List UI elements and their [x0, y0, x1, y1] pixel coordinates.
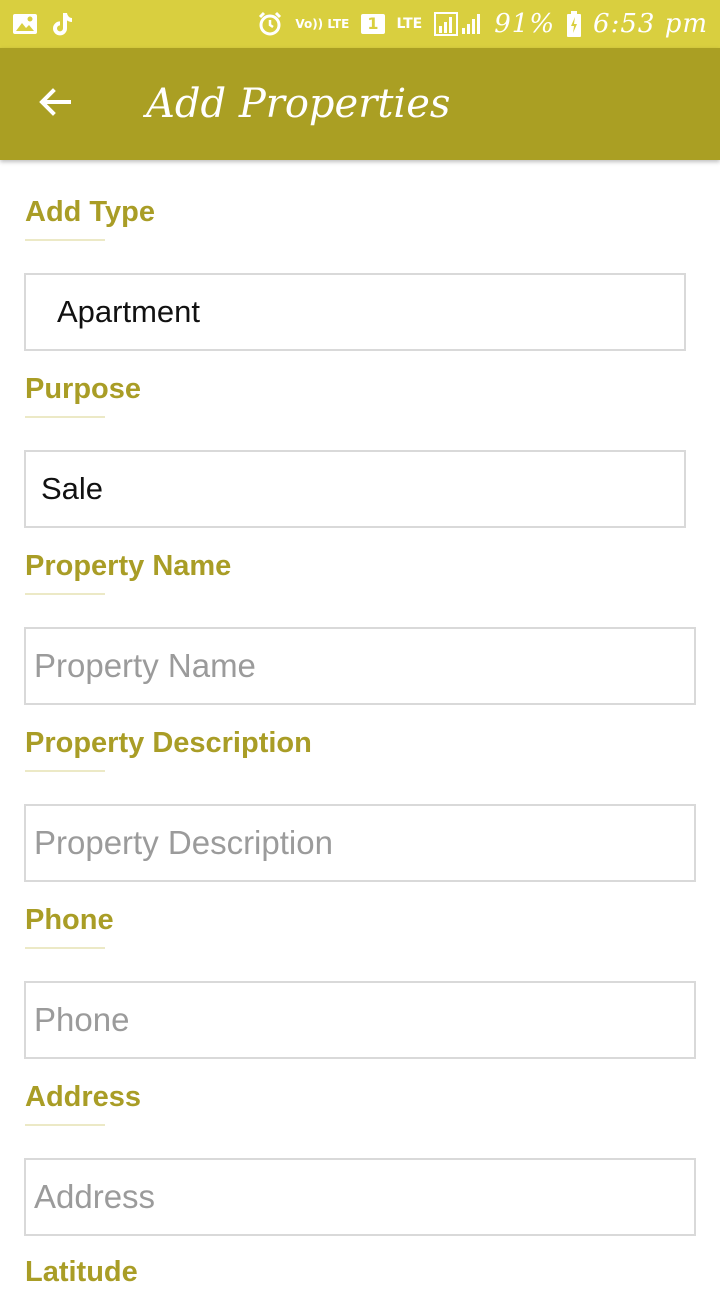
latitude-label: Latitude: [25, 1256, 138, 1288]
status-bar: Vo)) LTE 1 LTE 91% 6:53 pm: [0, 0, 720, 48]
battery-icon: [567, 11, 582, 37]
signal-icon: [434, 12, 482, 36]
alarm-icon: [257, 11, 283, 37]
phone-label: Phone: [25, 904, 114, 936]
add-type-value: Apartment: [57, 294, 201, 329]
gallery-icon: [12, 13, 38, 35]
lte-indicator: LTE: [396, 16, 423, 32]
sim-indicator: 1: [361, 14, 385, 34]
address-label: Address: [25, 1081, 142, 1113]
property-description-field: [24, 804, 696, 882]
label-underline: [25, 1124, 105, 1126]
address-field: [24, 1158, 696, 1236]
arrow-left-icon: [37, 84, 73, 124]
label-underline: [25, 239, 105, 241]
clock: 6:53 pm: [593, 9, 708, 39]
label-underline: [25, 593, 105, 595]
add-type-label: Add Type: [25, 196, 155, 228]
phone-input[interactable]: [26, 983, 694, 1057]
purpose-label: Purpose: [25, 373, 142, 405]
property-name-field: [24, 627, 696, 705]
label-underline: [25, 947, 105, 949]
purpose-select[interactable]: Sale: [24, 450, 686, 528]
property-name-label: Property Name: [25, 550, 232, 582]
label-underline: [25, 770, 105, 772]
battery-percent: 91%: [494, 9, 556, 39]
app-bar: Add Properties: [0, 48, 720, 160]
address-input[interactable]: [26, 1160, 694, 1234]
add-type-select[interactable]: Apartment: [24, 273, 686, 351]
volte-indicator: Vo)) LTE: [295, 17, 350, 31]
property-description-input[interactable]: [26, 806, 694, 880]
purpose-value: Sale: [41, 471, 104, 506]
back-button[interactable]: [20, 69, 90, 139]
page-title: Add Properties: [146, 81, 451, 127]
property-name-input[interactable]: [26, 629, 694, 703]
tiktok-icon: [50, 11, 74, 37]
phone-field: [24, 981, 696, 1059]
property-description-label: Property Description: [25, 727, 312, 759]
label-underline: [25, 416, 105, 418]
